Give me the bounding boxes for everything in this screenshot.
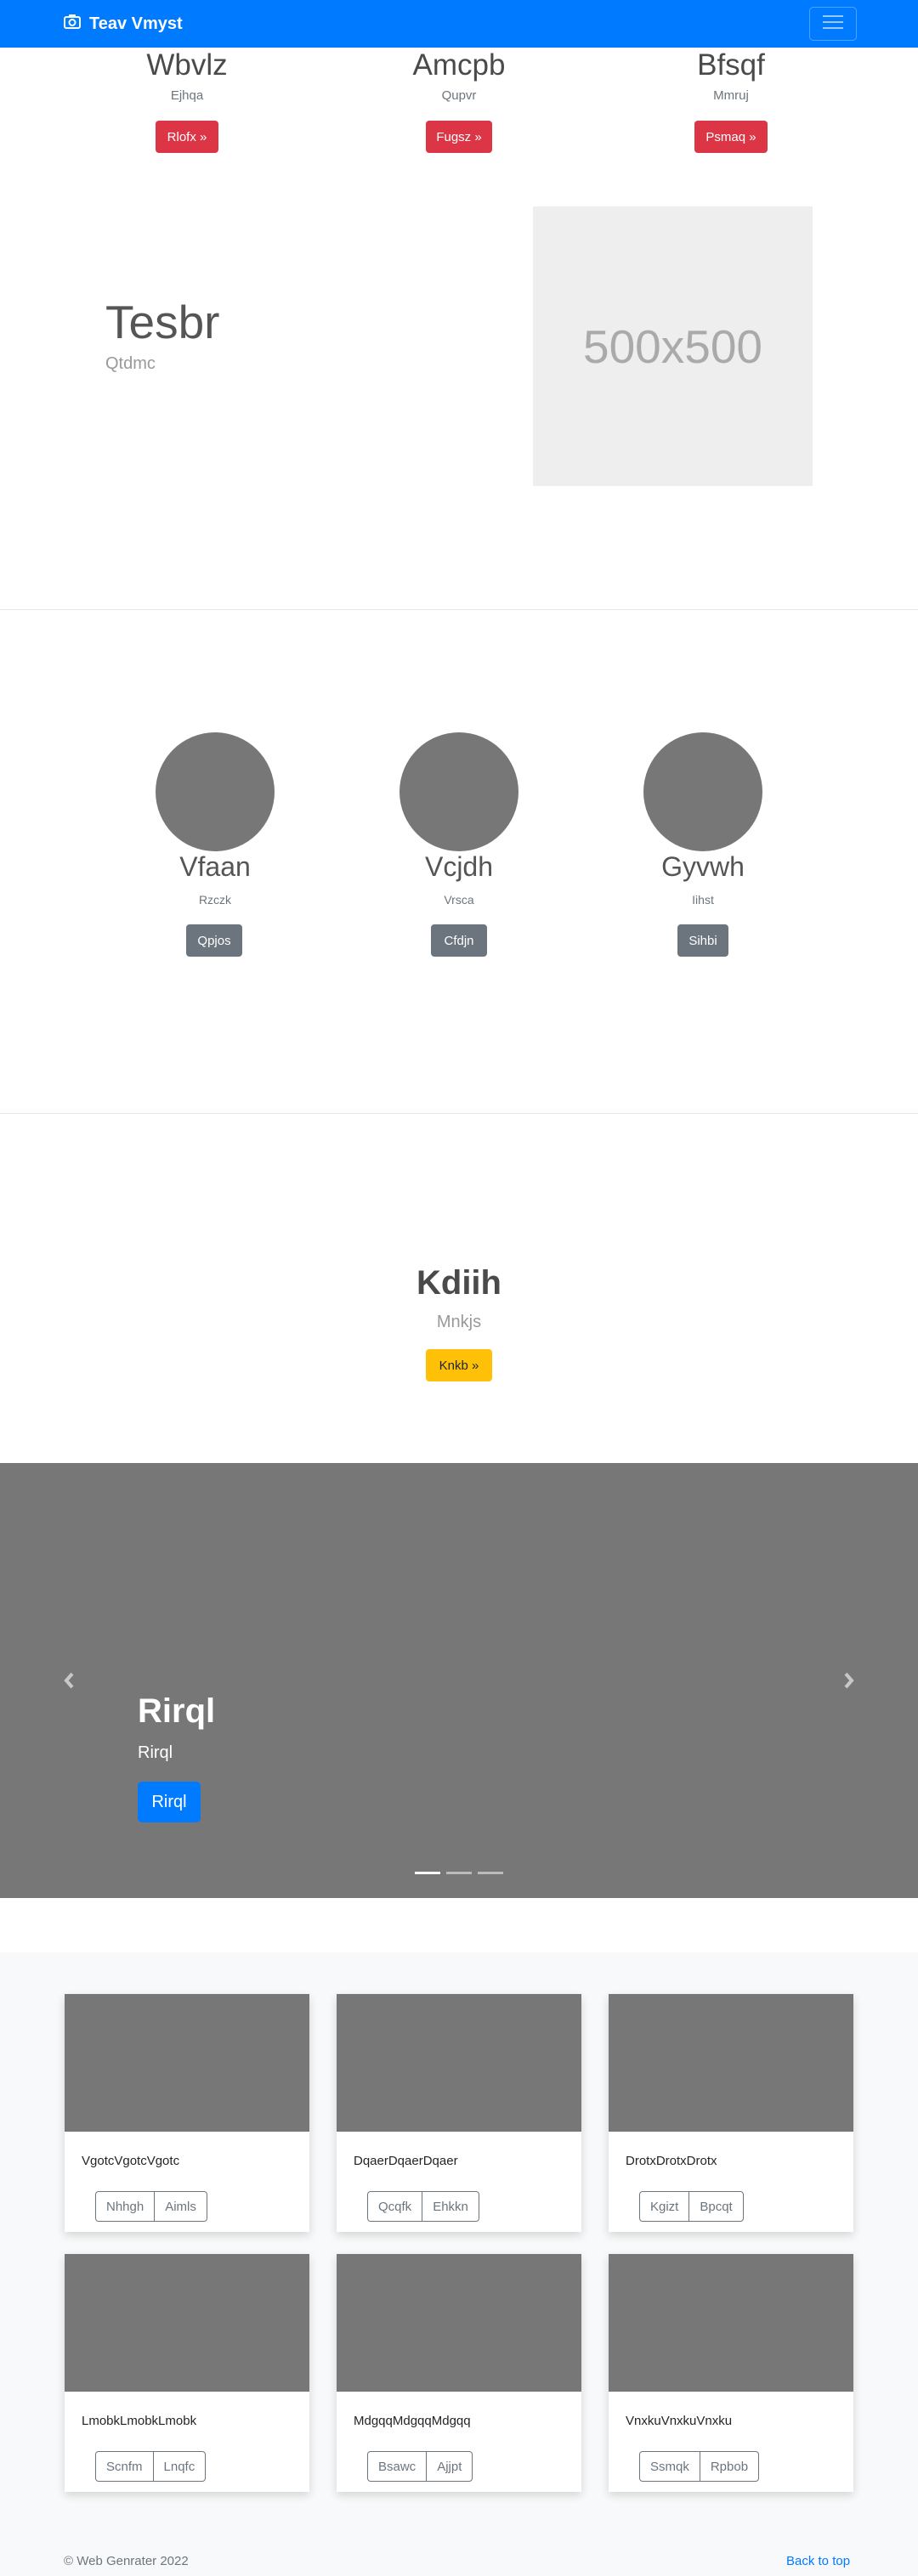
feature-title: Bfsqf bbox=[697, 48, 765, 82]
image-size-label: 500x500 bbox=[582, 319, 763, 373]
card-button-group: Nhhgh Aimls bbox=[95, 2191, 207, 2222]
feature-button[interactable]: Psmaq » bbox=[694, 121, 768, 153]
card-button[interactable]: Nhhgh bbox=[95, 2191, 156, 2222]
feature-subtitle: Qupvr bbox=[441, 88, 477, 103]
navbar-toggler[interactable] bbox=[809, 7, 857, 41]
carousel-next-control[interactable] bbox=[840, 1665, 858, 1696]
card-button[interactable]: Bpcqt bbox=[688, 2191, 744, 2222]
feature-title: Wbvlz bbox=[146, 48, 228, 82]
circle-title: Gyvwh bbox=[661, 851, 745, 882]
card-button[interactable]: Qcqfk bbox=[367, 2191, 423, 2222]
card-text: LmobkLmobkLmobk bbox=[82, 2414, 197, 2428]
card-image bbox=[65, 1994, 309, 2132]
brand-text: Teav Vmyst bbox=[89, 14, 183, 33]
carousel-indicator[interactable] bbox=[446, 1872, 472, 1874]
album-card: LmobkLmobkLmobk Scnfm Lnqfc bbox=[65, 2254, 309, 2492]
featurette-heading: Tesbr bbox=[105, 296, 220, 348]
chevron-right-icon bbox=[840, 1672, 858, 1699]
album-card: DrotxDrotxDrotx Kgizt Bpcqt bbox=[609, 1994, 853, 2232]
card-text: VgotcVgotcVgotc bbox=[82, 2154, 180, 2168]
jumbotron-subheading: Mnkjs bbox=[436, 1313, 482, 1331]
album-card: VgotcVgotcVgotc Nhhgh Aimls bbox=[65, 1994, 309, 2232]
card-button[interactable]: Bsawc bbox=[367, 2451, 428, 2482]
card-button[interactable]: Ajjpt bbox=[426, 2451, 473, 2482]
featurette-image-placeholder: 500x500 bbox=[533, 206, 813, 486]
divider bbox=[0, 1113, 918, 1114]
chevron-left-icon bbox=[60, 1672, 78, 1699]
card-button-group: Ssmqk Rpbob bbox=[639, 2451, 760, 2482]
card-image bbox=[337, 2254, 581, 2392]
feature-subtitle: Ejhqa bbox=[170, 88, 204, 103]
circle-image bbox=[643, 732, 762, 851]
album-card: MdgqqMdgqqMdgqq Bsawc Ajjpt bbox=[337, 2254, 581, 2492]
album-card: DqaerDqaerDqaer Qcqfk Ehkkn bbox=[337, 1994, 581, 2232]
album-card: VnxkuVnxkuVnxku Ssmqk Rpbob bbox=[609, 2254, 853, 2492]
card-button[interactable]: Kgizt bbox=[639, 2191, 690, 2222]
feature-title: Amcpb bbox=[412, 48, 506, 82]
card-image bbox=[65, 2254, 309, 2392]
feature-button[interactable]: Rlofx » bbox=[156, 121, 218, 153]
card-button[interactable]: Ehkkn bbox=[422, 2191, 479, 2222]
card-text: VnxkuVnxkuVnxku bbox=[626, 2414, 733, 2428]
circle-button[interactable]: Sihbi bbox=[677, 924, 728, 957]
carousel-indicator[interactable] bbox=[415, 1872, 440, 1874]
circle-button[interactable]: Cfdjn bbox=[431, 924, 487, 957]
circle-subtitle: Vrsca bbox=[444, 893, 474, 907]
circle-subtitle: Iihst bbox=[692, 893, 714, 907]
jumbotron-button[interactable]: Knkb » bbox=[426, 1349, 492, 1381]
card-button[interactable]: Rpbob bbox=[699, 2451, 760, 2482]
carousel-caption-button[interactable]: Rirql bbox=[138, 1782, 201, 1822]
card-text: DrotxDrotxDrotx bbox=[626, 2154, 717, 2168]
feature-subtitle: Mmruj bbox=[713, 88, 749, 103]
circle-subtitle: Rzczk bbox=[198, 893, 232, 907]
circle-button[interactable]: Qpjos bbox=[186, 924, 242, 957]
card-image bbox=[337, 1994, 581, 2132]
card-text: MdgqqMdgqqMdgqq bbox=[354, 2414, 471, 2428]
hamburger-icon bbox=[821, 14, 845, 35]
carousel-caption-title: Rirql bbox=[138, 1692, 216, 1730]
circle-image bbox=[400, 732, 518, 851]
circle-image bbox=[156, 732, 275, 851]
carousel-indicator[interactable] bbox=[478, 1872, 503, 1874]
camera-icon bbox=[64, 14, 81, 34]
divider bbox=[0, 609, 918, 610]
feature-button[interactable]: Fugsz » bbox=[426, 121, 492, 153]
card-button-group: Kgizt Bpcqt bbox=[639, 2191, 744, 2222]
card-image bbox=[609, 2254, 853, 2392]
circle-title: Vcjdh bbox=[424, 851, 494, 882]
card-button[interactable]: Ssmqk bbox=[639, 2451, 700, 2482]
circle-title: Vfaan bbox=[179, 851, 251, 882]
card-button[interactable]: Scnfm bbox=[95, 2451, 154, 2482]
carousel bbox=[0, 1463, 918, 1898]
back-to-top-link[interactable]: Back to top bbox=[786, 2554, 850, 2568]
card-button-group: Qcqfk Ehkkn bbox=[367, 2191, 479, 2222]
brand-link[interactable]: Teav Vmyst bbox=[64, 12, 183, 36]
card-button[interactable]: Lnqfc bbox=[152, 2451, 207, 2482]
carousel-caption-subtitle: Rirql bbox=[138, 1743, 173, 1762]
card-text: DqaerDqaerDqaer bbox=[354, 2154, 458, 2168]
jumbotron-heading: Kdiih bbox=[416, 1264, 502, 1302]
card-button-group: Bsawc Ajjpt bbox=[367, 2451, 473, 2482]
card-button[interactable]: Aimls bbox=[154, 2191, 207, 2222]
carousel-prev-control[interactable] bbox=[60, 1665, 78, 1696]
card-image bbox=[609, 1994, 853, 2132]
featurette-subheading: Qtdmc bbox=[105, 354, 156, 373]
footer-copyright: © Web Genrater 2022 bbox=[64, 2554, 189, 2568]
card-button-group: Scnfm Lnqfc bbox=[95, 2451, 207, 2482]
